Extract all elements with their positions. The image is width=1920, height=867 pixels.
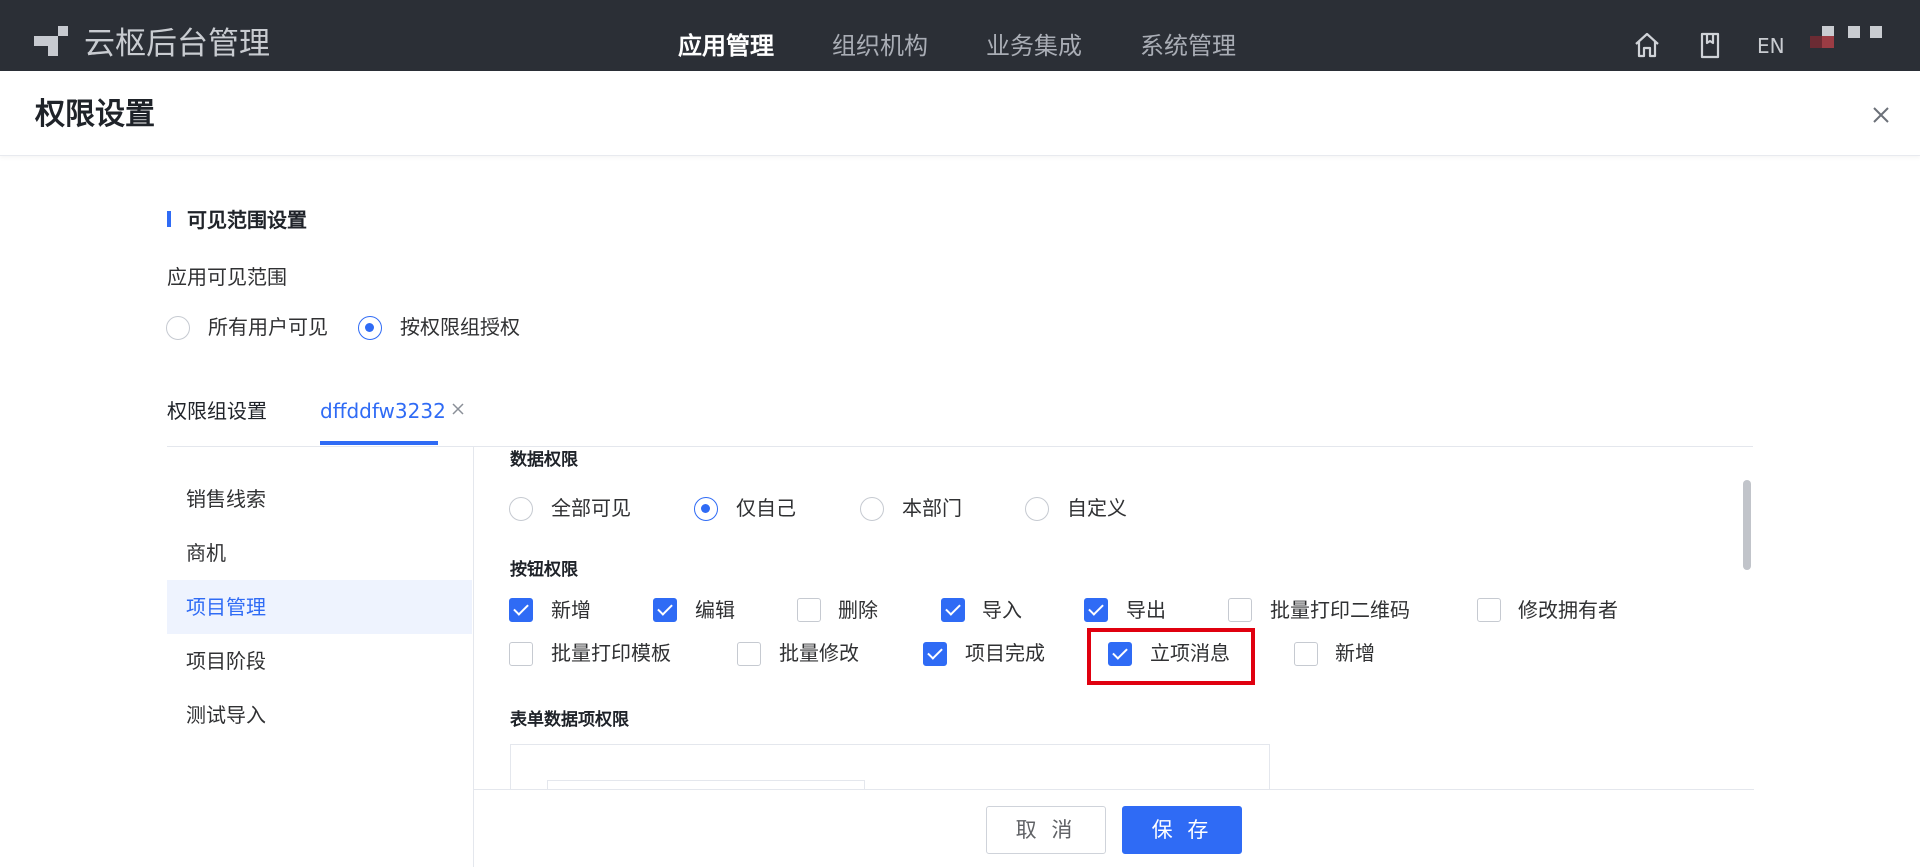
main-nav: 应用管理 组织机构 业务集成 系统管理 [678,26,1294,66]
footer-bar [474,789,1754,867]
nav-item-app-management[interactable]: 应用管理 [678,26,774,66]
tab-dffddfw3232[interactable]: dffddfw3232 [320,396,446,426]
section-title-button-permission: 按钮权限 [510,560,578,580]
language-switch[interactable]: EN [1757,32,1785,60]
top-navigation-bar: 云枢后台管理 应用管理 组织机构 业务集成 系统管理 EN [0,0,1920,71]
list-item-project-stages[interactable]: 项目阶段 [167,634,472,688]
page-title: 权限设置 [35,97,155,132]
checkbox-label-batch-print-template[interactable]: 批量打印模板 [551,638,671,668]
checkbox-delete[interactable] [797,598,821,622]
radio-all-users[interactable] [166,316,190,340]
radio-label-all-users[interactable]: 所有用户可见 [208,312,328,342]
highlight-box [1087,628,1255,685]
radio-label-data-custom[interactable]: 自定义 [1067,493,1127,523]
checkbox-project-complete[interactable] [923,642,947,666]
checkbox-edit[interactable] [653,598,677,622]
section-title-form-permission: 表单数据项权限 [510,710,629,730]
list-item-opportunities[interactable]: 商机 [167,526,472,580]
checkbox-batch-print-qrcode[interactable] [1228,598,1252,622]
page-header: 权限设置 [0,71,1920,156]
cancel-button[interactable]: 取 消 [986,806,1106,854]
nav-item-system[interactable]: 系统管理 [1140,26,1236,66]
radio-label-data-self[interactable]: 仅自己 [736,493,796,523]
save-button[interactable]: 保 存 [1122,806,1242,854]
book-icon[interactable] [1695,30,1725,60]
nav-item-integration[interactable]: 业务集成 [986,26,1082,66]
radio-data-custom[interactable] [1025,497,1049,521]
tab-permission-group-settings[interactable]: 权限组设置 [167,396,267,426]
tab-close-icon[interactable] [450,401,466,417]
checkbox-export[interactable] [1084,598,1108,622]
close-icon[interactable] [1866,100,1896,130]
checkbox-batch-edit[interactable] [737,642,761,666]
checkbox-add-2[interactable] [1294,642,1318,666]
checkbox-add[interactable] [509,598,533,622]
list-item-project-management[interactable]: 项目管理 [167,580,472,634]
checkbox-label-import[interactable]: 导入 [982,595,1022,625]
radio-label-by-group[interactable]: 按权限组授权 [400,312,520,342]
checkbox-label-add[interactable]: 新增 [551,595,591,625]
home-icon[interactable] [1632,30,1662,60]
logo-icon [34,26,70,60]
section-marker [167,211,171,227]
radio-data-self[interactable] [694,497,718,521]
checkbox-label-project-complete[interactable]: 项目完成 [965,638,1045,668]
field-label-visibility: 应用可见范围 [167,265,287,289]
checkbox-label-batch-edit[interactable]: 批量修改 [779,638,859,668]
radio-data-all[interactable] [509,497,533,521]
checkbox-label-change-owner[interactable]: 修改拥有者 [1518,595,1618,625]
checkbox-label-export[interactable]: 导出 [1126,595,1166,625]
avatar[interactable] [1810,26,1886,52]
tab-divider [167,446,1753,447]
checkbox-label-batch-print-qrcode[interactable]: 批量打印二维码 [1270,595,1410,625]
nav-item-organization[interactable]: 组织机构 [832,26,928,66]
checkbox-label-edit[interactable]: 编辑 [695,595,735,625]
checkbox-label-add-2[interactable]: 新增 [1335,638,1375,668]
radio-label-data-department[interactable]: 本部门 [902,493,962,523]
radio-data-department[interactable] [860,497,884,521]
radio-label-data-all[interactable]: 全部可见 [551,493,631,523]
checkbox-import[interactable] [941,598,965,622]
radio-by-group[interactable] [358,316,382,340]
list-item-sales-leads[interactable]: 销售线索 [167,472,472,526]
checkbox-label-delete[interactable]: 删除 [838,595,878,625]
section-title-visibility: 可见范围设置 [187,208,307,232]
active-tab-indicator [320,441,438,445]
checkbox-batch-print-template[interactable] [509,642,533,666]
checkbox-change-owner[interactable] [1477,598,1501,622]
app-title: 云枢后台管理 [84,26,270,62]
section-title-data-permission: 数据权限 [510,450,578,470]
list-item-test-import[interactable]: 测试导入 [167,688,472,742]
scrollbar-thumb[interactable] [1743,480,1751,570]
